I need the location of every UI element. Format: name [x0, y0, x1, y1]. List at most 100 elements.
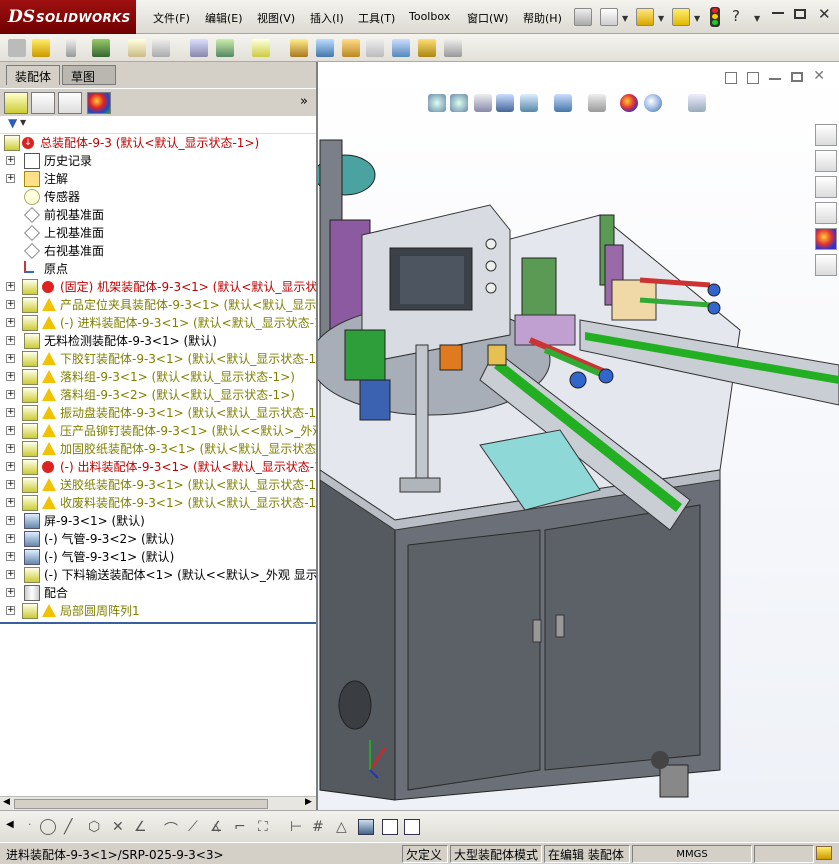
shaded-display-icon[interactable] — [358, 819, 374, 835]
reference-geometry-icon[interactable] — [252, 39, 270, 57]
exploded-view-icon[interactable] — [342, 39, 360, 57]
custom-properties-icon[interactable] — [815, 254, 837, 276]
horizontal-scrollbar[interactable]: ◀ ▶ — [0, 796, 316, 810]
filter-funnel-icon[interactable]: ▼ — [8, 116, 17, 130]
menu-toolbox[interactable]: Toolbox — [409, 10, 450, 23]
expand-node-icon[interactable]: + — [6, 408, 15, 417]
expand-panel-chevron-icon[interactable]: » — [300, 94, 308, 109]
new-dropdown-caret[interactable]: ▼ — [622, 14, 628, 23]
tab-sketch[interactable]: 草图 — [62, 65, 116, 85]
scrollbar-thumb[interactable] — [14, 799, 268, 809]
expand-node-icon[interactable]: + — [6, 480, 15, 489]
traffic-light-icon[interactable] — [710, 7, 720, 27]
grid-icon[interactable]: # — [312, 819, 328, 835]
fillet-icon[interactable]: ⌒ — [164, 819, 180, 838]
expand-node-icon[interactable]: + — [6, 336, 15, 345]
expand-node-icon[interactable]: + — [6, 300, 15, 309]
rebuild-dropdown-caret[interactable]: ▼ — [694, 14, 700, 23]
expand-node-icon[interactable]: + — [6, 462, 15, 471]
help-icon[interactable]: ? — [732, 7, 740, 25]
menu-file[interactable]: 文件(F) — [153, 10, 190, 26]
hidden-lines-icon[interactable] — [382, 819, 398, 835]
open-dropdown-caret[interactable]: ▼ — [658, 14, 664, 23]
angle-icon[interactable]: ∠ — [134, 819, 150, 835]
explode-line-sketch-icon[interactable] — [366, 39, 384, 57]
dimension-icon[interactable]: ⊢ — [290, 819, 306, 835]
pin-icon[interactable] — [574, 8, 592, 26]
expand-node-icon[interactable]: + — [6, 534, 15, 543]
interference-detection-icon[interactable] — [392, 39, 410, 57]
offset-icon[interactable]: ∡ — [210, 819, 226, 835]
scroll-right-arrow-icon[interactable]: ▶ — [305, 797, 312, 807]
relations-icon[interactable]: △ — [336, 819, 352, 835]
scroll-left-icon[interactable]: ◀ — [6, 819, 14, 830]
hole-alignment-icon[interactable] — [444, 39, 462, 57]
expand-node-icon[interactable]: + — [6, 552, 15, 561]
close-window-icon[interactable]: ✕ — [818, 5, 831, 23]
scroll-left-arrow-icon[interactable]: ◀ — [3, 797, 10, 807]
feature-manager-icon[interactable] — [4, 92, 28, 114]
polygon-icon[interactable]: ⬡ — [88, 819, 104, 835]
assembly-features-icon[interactable] — [216, 39, 234, 57]
expand-node-icon[interactable]: + — [6, 390, 15, 399]
tab-assembly[interactable]: 装配体 — [6, 65, 61, 85]
assembly-3d-model[interactable] — [318, 62, 839, 810]
rebuild-warning-icon[interactable] — [672, 8, 690, 26]
expand-node-icon[interactable]: + — [6, 372, 15, 381]
expand-node-icon[interactable]: + — [6, 174, 15, 183]
menu-view[interactable]: 视图(V) — [257, 10, 295, 26]
menu-tools[interactable]: 工具(T) — [358, 10, 395, 26]
chamfer-icon[interactable]: ⟋ — [188, 819, 204, 835]
open-folder-icon[interactable] — [636, 8, 654, 26]
insert-components-icon[interactable] — [32, 39, 50, 57]
expand-node-icon[interactable]: + — [6, 354, 15, 363]
display-manager-icon[interactable] — [87, 92, 111, 114]
menu-edit[interactable]: 编辑(E) — [205, 10, 243, 26]
expand-node-icon[interactable]: + — [6, 516, 15, 525]
appearances-scenes-icon[interactable] — [815, 228, 837, 250]
design-library-icon[interactable] — [815, 150, 837, 172]
file-explorer-icon[interactable] — [815, 176, 837, 198]
help-dropdown-caret[interactable]: ▼ — [754, 14, 760, 23]
configuration-manager-icon[interactable] — [58, 92, 82, 114]
property-manager-icon[interactable] — [31, 92, 55, 114]
expand-node-icon[interactable]: + — [6, 156, 15, 165]
mate-icon[interactable] — [66, 39, 76, 57]
show-hidden-components-icon[interactable] — [190, 39, 208, 57]
convert-entities-icon[interactable]: ⛶ — [258, 819, 274, 835]
tag-icon[interactable] — [816, 846, 832, 860]
corner-rectangle-icon[interactable]: ⌐ — [234, 819, 250, 835]
menu-help[interactable]: 帮助(H) — [523, 10, 562, 26]
restore-window-icon[interactable] — [794, 9, 806, 19]
solidworks-resources-home-icon[interactable] — [815, 124, 837, 146]
new-part-icon[interactable] — [8, 39, 26, 57]
filter-dropdown-caret[interactable]: ▼ — [20, 118, 26, 127]
line-icon[interactable]: ╱ — [64, 819, 80, 835]
new-motion-study-icon[interactable] — [290, 39, 308, 57]
point-icon[interactable]: · — [28, 818, 32, 831]
wireframe-icon[interactable] — [404, 819, 420, 835]
tree-filter[interactable]: ▼ ▼ — [0, 116, 316, 134]
graphics-area[interactable]: ✕ — [318, 62, 839, 810]
search-icon[interactable] — [815, 202, 837, 224]
expand-node-icon[interactable]: + — [6, 588, 15, 597]
expand-node-icon[interactable]: + — [6, 570, 15, 579]
menu-window[interactable]: 窗口(W) — [467, 10, 508, 26]
minimize-window-icon[interactable] — [772, 12, 784, 14]
new-document-icon[interactable] — [600, 8, 618, 26]
expand-node-icon[interactable]: + — [6, 318, 15, 327]
expand-node-icon[interactable]: + — [6, 498, 15, 507]
expand-node-icon[interactable]: + — [6, 282, 15, 291]
expand-node-icon[interactable]: + — [6, 426, 15, 435]
menu-insert[interactable]: 插入(I) — [310, 10, 344, 26]
bill-of-materials-icon[interactable] — [316, 39, 334, 57]
trim-icon[interactable]: ✕ — [112, 819, 128, 835]
move-component-icon[interactable] — [152, 39, 170, 57]
expand-node-icon[interactable]: + — [6, 444, 15, 453]
smart-fasteners-icon[interactable] — [128, 39, 146, 57]
status-units[interactable]: MMGS — [632, 845, 752, 863]
circle-icon[interactable] — [40, 819, 56, 835]
clearance-verification-icon[interactable] — [418, 39, 436, 57]
expand-node-icon[interactable]: + — [6, 606, 15, 615]
component-pattern-icon[interactable] — [92, 39, 110, 57]
